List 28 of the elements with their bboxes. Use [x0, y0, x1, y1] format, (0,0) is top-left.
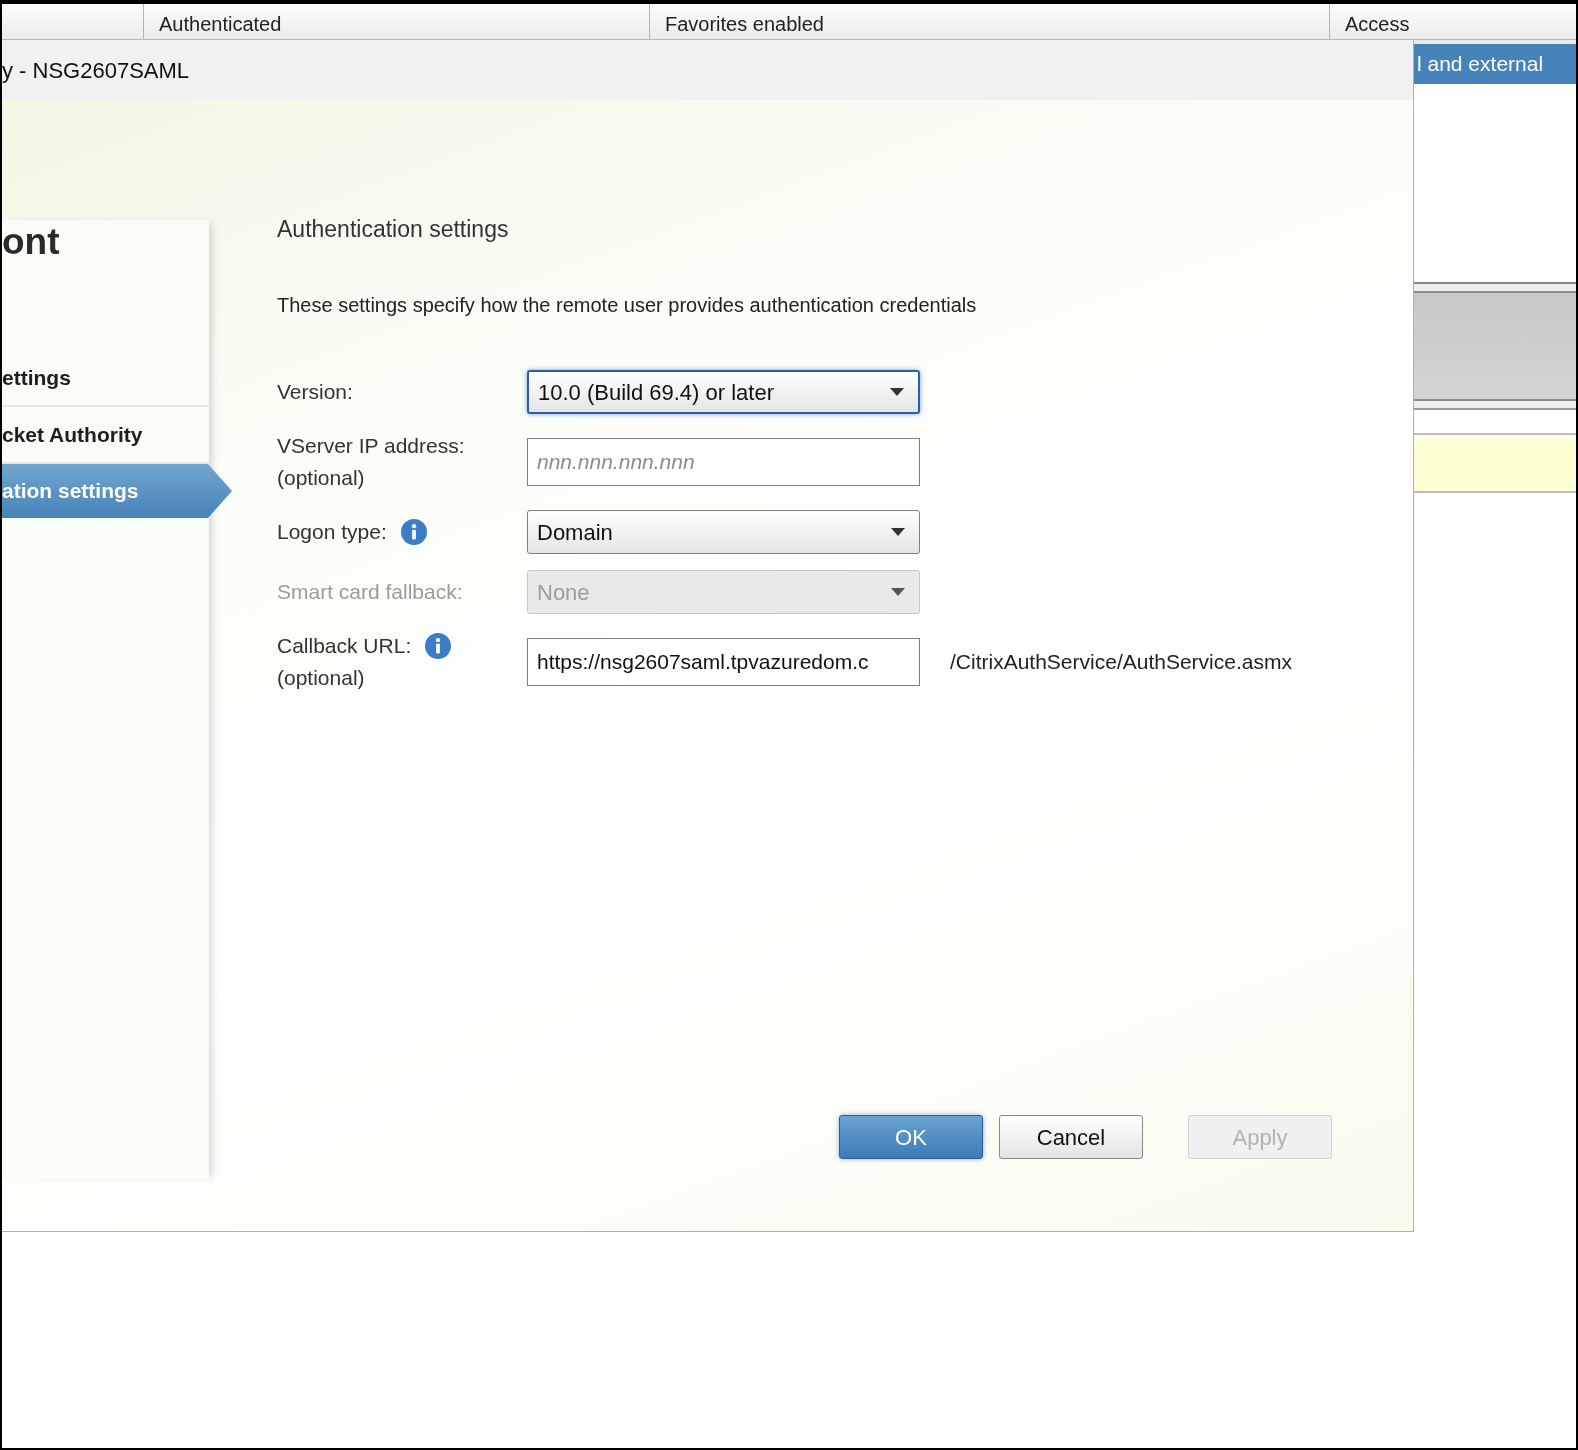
table-cell-text: l and external: [1417, 51, 1544, 78]
url-suffix: /CitrixAuthService/AuthService.asmx: [950, 649, 1292, 676]
field-label: Smart card fallback:: [277, 579, 463, 606]
caret-icon: [890, 388, 904, 396]
column-header[interactable]: Access: [1329, 4, 1576, 39]
optional-note: (optional): [277, 465, 365, 492]
field-label: Logon type:: [277, 519, 387, 546]
column-header[interactable]: Authenticated: [143, 4, 649, 39]
dropdown[interactable]: Domain: [527, 510, 920, 554]
info-icon[interactable]: [400, 519, 427, 545]
table-row[interactable]: l and external: [1414, 44, 1576, 84]
description-text: These settings specify how the remote user provides authentication credentials: [277, 293, 977, 318]
field-label: Callback URL:: [277, 633, 412, 660]
field-label: Version:: [277, 379, 353, 406]
dialog-button[interactable]: Cancel: [999, 1115, 1143, 1159]
caret-icon: [891, 588, 905, 596]
section-title: Authentication settings: [277, 215, 509, 243]
wizard-heading: ont: [2, 220, 61, 264]
info-icon[interactable]: [425, 633, 452, 659]
field-label: VServer IP address:: [277, 433, 465, 460]
dialog-title: y - NSG2607SAML: [2, 56, 190, 85]
input-field[interactable]: nnn.nnn.nnn.nnn: [527, 438, 920, 486]
column-header[interactable]: Favorites enabled: [649, 4, 1329, 39]
optional-note: (optional): [277, 665, 365, 692]
input-field[interactable]: https://nsg2607saml.tpvazuredom.c: [527, 638, 920, 686]
caret-icon: [891, 528, 905, 536]
nav-item[interactable]: ettings: [2, 350, 209, 407]
dropdown[interactable]: 10.0 (Build 69.4) or later: [527, 370, 920, 414]
